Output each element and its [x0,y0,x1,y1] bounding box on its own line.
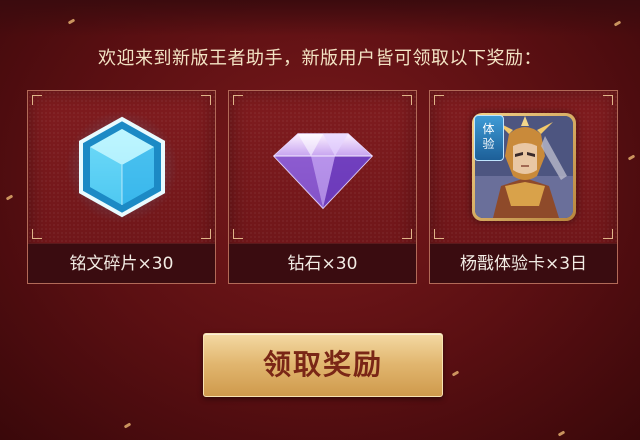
top-shadow [0,0,640,36]
sparkle-decoration [557,430,566,437]
hero-yangjian-portrait: 体验 [471,113,576,221]
reward-label: 杨戬体验卡×3日 [430,243,617,283]
sparkle-decoration [451,370,460,377]
hero-portrait-container: 体验 [430,91,617,243]
sparkle-decoration [123,422,132,429]
reward-card-diamonds: 钻石×30 [228,90,417,284]
trial-badge: 体验 [473,115,504,161]
diamond-gem-icon [229,91,416,243]
sparkle-decoration [627,154,636,161]
sparkle-decoration [5,194,14,201]
welcome-headline: 欢迎来到新版王者助手，新版用户皆可领取以下奖励： [98,48,542,69]
reward-label: 钻石×30 [229,243,416,283]
reward-card-hero-trial: 体验 杨戬体验卡×3日 [429,90,618,284]
inscription-shard-crystal-icon [28,91,215,243]
reward-list: 铭文碎片×30 钻石×30 体 验 杨戬体验卡×3日 [27,90,618,284]
reward-card-inscription-shards: 铭文碎片×30 [27,90,216,284]
claim-reward-button[interactable]: 领取奖励 [203,333,443,397]
reward-label: 铭文碎片×30 [28,243,215,283]
